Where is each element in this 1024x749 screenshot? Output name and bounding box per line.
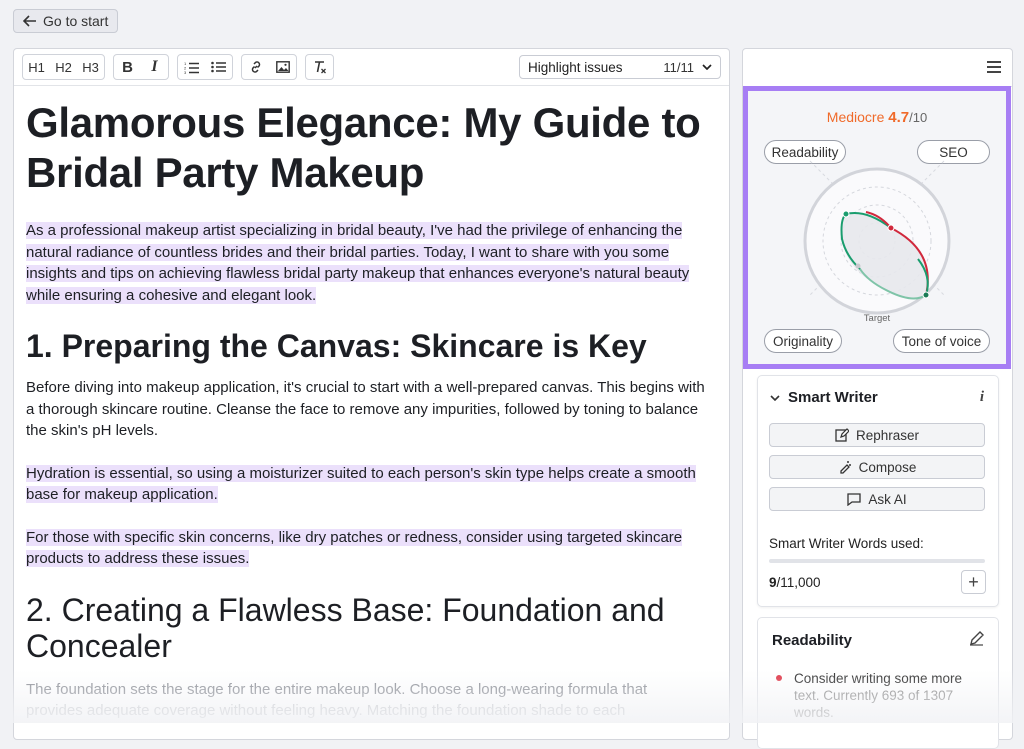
skin-concerns-line: For those with specific skin concerns, l…	[26, 528, 683, 546]
readability-card-title: Readability	[772, 632, 853, 649]
clear-formatting-icon	[314, 61, 326, 74]
readability-card: Readability Consider writing some more t…	[757, 617, 999, 749]
magic-pen-icon	[839, 461, 851, 474]
image-icon	[275, 61, 290, 73]
section-heading-1: 1. Preparing the Canvas: Skincare is Key	[26, 328, 647, 364]
highlight-issues-count: 11/11	[663, 59, 694, 75]
hydration-paragraph: Hydration is essential, so using a moist…	[26, 463, 717, 506]
editor-toolbar: H1 H2 H3 B I 123 Highlight issues 11/11	[14, 49, 729, 86]
heading-2-button[interactable]: H2	[50, 55, 77, 79]
section-heading-2: 2. Creating a Flawless Base: Foundation …	[26, 591, 665, 664]
clear-group	[305, 54, 334, 80]
italic-label: I	[151, 58, 158, 75]
highlight-issues-select[interactable]: Highlight issues 11/11	[519, 55, 721, 79]
intro-paragraph: As a professional makeup artist speciali…	[26, 220, 717, 306]
issue-line-1: Consider writing some more	[794, 671, 963, 686]
bullet-list-button[interactable]	[205, 55, 232, 79]
heading-1-label: H1	[28, 59, 45, 75]
foundation-paragraph-line-2: provides adequate coverage without feeli…	[26, 702, 626, 719]
intro-line: As a professional makeup artist speciali…	[26, 222, 683, 239]
chat-bubble-icon	[847, 492, 862, 506]
hydration-line: base for makeup application.	[26, 486, 218, 503]
heading-2-label: H2	[55, 59, 72, 75]
ordered-list-icon: 123	[184, 61, 199, 74]
words-used-count: 9/11,000	[769, 575, 821, 590]
panel-header	[743, 49, 1012, 87]
words-used-value: 9	[769, 575, 777, 590]
intro-line: insights and tips on achieving flawless …	[26, 265, 690, 282]
insert-group	[241, 54, 297, 80]
bold-button[interactable]: B	[114, 55, 141, 79]
link-button[interactable]	[242, 55, 269, 79]
rephraser-button[interactable]: Rephraser	[769, 423, 985, 447]
ordered-list-button[interactable]: 123	[178, 55, 205, 79]
add-words-button[interactable]: +	[961, 570, 986, 594]
heading-3-button[interactable]: H3	[77, 55, 104, 79]
words-total: /11,000	[776, 575, 821, 590]
words-used-label: Smart Writer Words used:	[769, 536, 924, 551]
bullet-list-icon	[211, 61, 226, 73]
document-editor[interactable]: H1 H2 H3 B I 123 Highlight issues 11/11 …	[13, 48, 730, 740]
chevron-down-icon	[702, 64, 712, 70]
foundation-paragraph-line-1: The foundation sets the stage for the en…	[26, 680, 648, 698]
ask-ai-button[interactable]: Ask AI	[769, 487, 985, 511]
content-score-box: Mediocre 4.7/10 Readability SEO Original…	[743, 86, 1011, 369]
pencil-icon[interactable]	[969, 631, 984, 646]
score-radar-chart: Target	[803, 160, 951, 324]
go-to-start-button[interactable]: Go to start	[13, 9, 119, 33]
skin-concerns-paragraph: For those with specific skin concerns, l…	[26, 527, 717, 570]
issue-line-3: words.	[794, 705, 834, 720]
compose-button[interactable]: Compose	[769, 455, 985, 479]
target-label: Target	[864, 313, 891, 324]
intro-line: natural radiance of countless brides and…	[26, 243, 670, 261]
smart-writer-card: Smart Writer i Rephraser Compose Ask AI …	[757, 375, 999, 607]
ask-ai-label: Ask AI	[868, 491, 907, 507]
readability-issue: Consider writing some more text. Current…	[794, 670, 984, 721]
skincare-paragraph: Before diving into makeup application, i…	[26, 379, 705, 439]
words-used-progress-bar	[769, 559, 985, 563]
issue-line-2: text. Currently 693 of 1307	[794, 688, 954, 703]
link-icon	[251, 61, 260, 73]
heading-3-label: H3	[82, 59, 99, 75]
format-group: B I	[113, 54, 169, 80]
hydration-line: Hydration is essential, so using a moist…	[26, 464, 696, 482]
clear-formatting-button[interactable]	[306, 55, 333, 79]
heading-1-button[interactable]: H1	[23, 55, 50, 79]
intro-line: while ensuring a cohesive and elegant lo…	[26, 286, 317, 304]
info-icon[interactable]: i	[980, 389, 984, 406]
go-to-start-label: Go to start	[43, 13, 109, 29]
smart-writer-title: Smart Writer	[788, 389, 878, 406]
document-content[interactable]: Glamorous Elegance: My Guide to Bridal P…	[14, 98, 729, 722]
smart-writer-header[interactable]: Smart Writer	[770, 389, 878, 406]
skin-concerns-line: products to address these issues.	[26, 550, 250, 567]
issue-dot-icon	[776, 675, 782, 681]
image-button[interactable]	[269, 55, 296, 79]
svg-text:3: 3	[184, 70, 187, 74]
plus-icon: +	[968, 571, 979, 592]
italic-button[interactable]: I	[141, 55, 168, 79]
heading-group: H1 H2 H3	[22, 54, 105, 80]
bold-label: B	[122, 58, 133, 76]
chevron-down-icon	[770, 394, 780, 401]
rephraser-label: Rephraser	[855, 427, 920, 443]
highlight-issues-label: Highlight issues	[528, 59, 623, 75]
document-title: Glamorous Elegance: My Guide to Bridal P…	[26, 99, 701, 196]
hamburger-menu-icon[interactable]	[987, 61, 1001, 73]
arrow-left-icon	[23, 15, 36, 27]
compose-label: Compose	[858, 459, 917, 475]
edit-icon	[835, 428, 849, 442]
list-group: 123	[177, 54, 233, 80]
